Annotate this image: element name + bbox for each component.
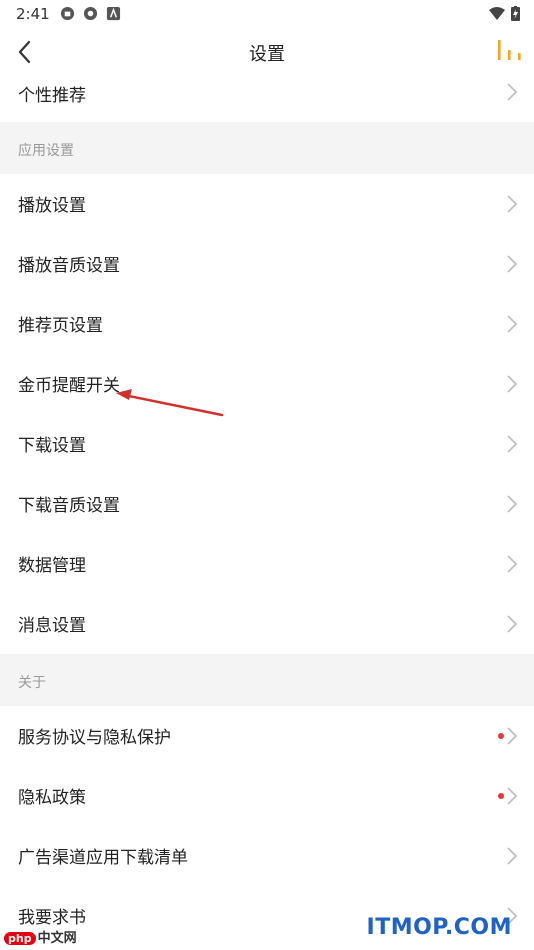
- list-item-label: 播放音质设置: [18, 256, 120, 276]
- list-item-label: 服务协议与隐私保护: [18, 728, 171, 748]
- section-title: 应用设置: [18, 143, 74, 159]
- annotation-arrow-icon: [116, 389, 224, 417]
- chevron-right-icon: [507, 787, 518, 805]
- back-arrow-icon[interactable]: [12, 38, 40, 66]
- chevron-right-icon: [507, 727, 518, 745]
- list-item-label: 数据管理: [18, 556, 86, 576]
- section-header-about: 关于: [0, 654, 534, 706]
- list-item-playback-quality[interactable]: 播放音质设置: [0, 234, 534, 294]
- list-item-label: 播放设置: [18, 196, 86, 216]
- list-item-label: 广告渠道应用下载清单: [18, 848, 188, 868]
- chevron-right-icon: [507, 83, 518, 101]
- list-item-service-agreement[interactable]: 服务协议与隐私保护: [0, 706, 534, 766]
- chevron-right-icon: [507, 847, 518, 865]
- chevron-right-icon: [507, 375, 518, 393]
- list-item-personal-recommend[interactable]: 个性推荐: [0, 74, 534, 122]
- list-item-recommend-page[interactable]: 推荐页设置: [0, 294, 534, 354]
- chevron-right-icon: [507, 495, 518, 513]
- section-header-app-settings: 应用设置: [0, 122, 534, 174]
- list-item-ad-download-list[interactable]: 广告渠道应用下载清单: [0, 826, 534, 886]
- watermark-badge: php: [4, 932, 36, 945]
- watermark-php-cn: php 中文网: [4, 927, 77, 946]
- list-item-label: 推荐页设置: [18, 316, 103, 336]
- chevron-right-icon: [507, 255, 518, 273]
- status-bar: 2:41: [0, 0, 534, 28]
- list-item-download-settings[interactable]: 下载设置: [0, 414, 534, 474]
- watermark-text: 中文网: [37, 931, 77, 946]
- status-time: 2:41: [16, 5, 50, 23]
- list-item-playback-settings[interactable]: 播放设置: [0, 174, 534, 234]
- section-title: 关于: [18, 675, 46, 691]
- wifi-icon: [489, 7, 505, 20]
- notification-app-icon: [60, 6, 75, 21]
- new-badge-dot: [498, 733, 504, 739]
- watermark-itmop: ITMOP.COM: [366, 915, 512, 940]
- list-item-coin-reminder[interactable]: 金币提醒开关: [0, 354, 534, 414]
- list-item-download-quality[interactable]: 下载音质设置: [0, 474, 534, 534]
- chevron-right-icon: [507, 555, 518, 573]
- chevron-right-icon: [507, 315, 518, 333]
- chevron-right-icon: [507, 435, 518, 453]
- status-notification-icons: [60, 6, 121, 21]
- audio-playing-icon[interactable]: [496, 40, 524, 62]
- chevron-right-icon: [507, 195, 518, 213]
- list-item-privacy-policy[interactable]: 隐私政策: [0, 766, 534, 826]
- list-item-label: 下载设置: [18, 436, 86, 456]
- new-badge-dot: [498, 793, 504, 799]
- list-item-data-management[interactable]: 数据管理: [0, 534, 534, 594]
- list-item-label: 隐私政策: [18, 788, 86, 808]
- list-item-label: 金币提醒开关: [18, 376, 120, 396]
- notification-a-icon: [106, 6, 121, 21]
- list-item-label: 下载音质设置: [18, 496, 120, 516]
- nav-bar: 设置: [0, 28, 534, 75]
- battery-icon: [511, 6, 520, 21]
- chevron-right-icon: [507, 615, 518, 633]
- list-item-message-settings[interactable]: 消息设置: [0, 594, 534, 654]
- list-item-label: 我要求书: [18, 908, 86, 928]
- page-title: 设置: [249, 44, 285, 65]
- status-system-icons: [489, 6, 520, 21]
- list-item-label: 个性推荐: [18, 86, 86, 106]
- notification-shutter-icon: [83, 6, 98, 21]
- settings-list: 个性推荐 应用设置 播放设置 播放音质设置 推荐页设置 金币提醒开关 下载设置 …: [0, 74, 534, 946]
- list-item-label: 消息设置: [18, 616, 86, 636]
